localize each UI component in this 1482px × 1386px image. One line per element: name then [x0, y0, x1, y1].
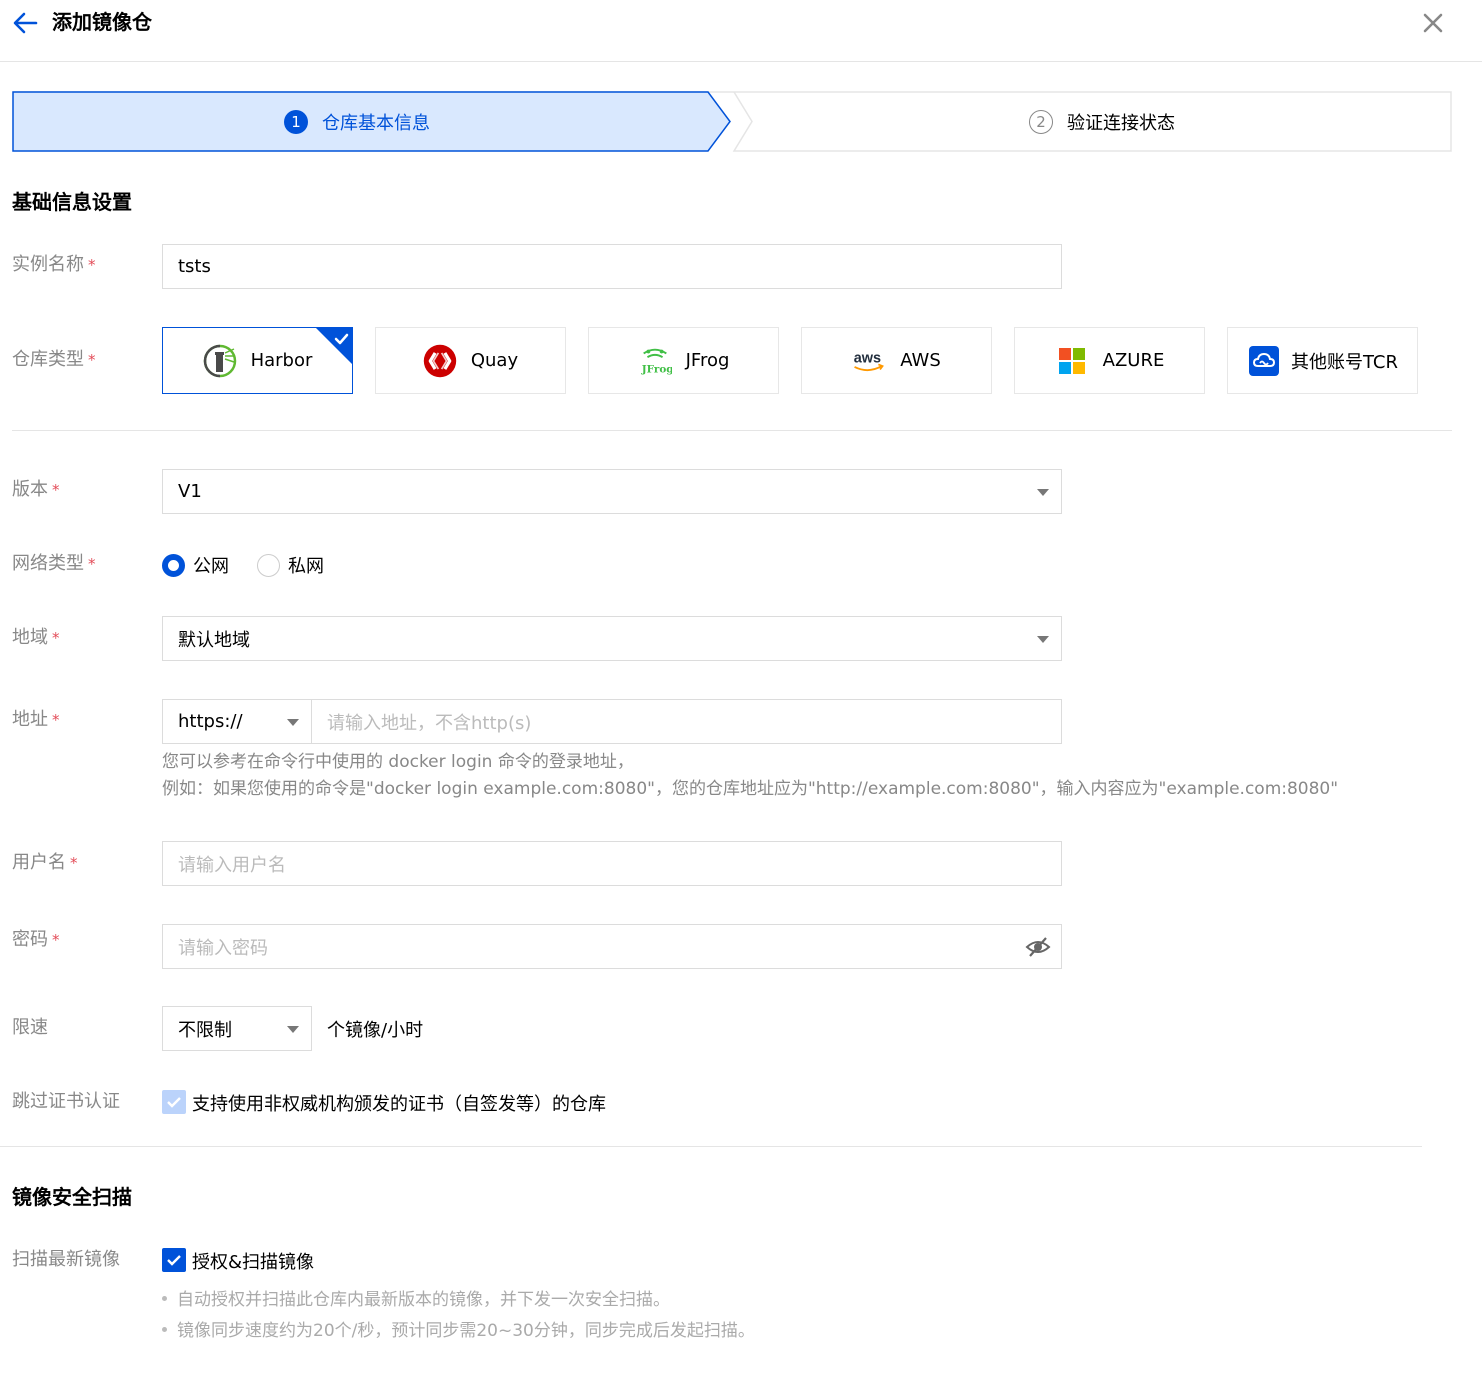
radio-public-label[interactable]: 公网	[193, 552, 229, 578]
rate-limit-unit: 个镜像/小时	[327, 1020, 424, 1041]
chevron-down-icon	[1037, 489, 1049, 496]
address-input[interactable]: 请输入地址，不含http(s)	[311, 699, 1062, 744]
username-label: 用户名 *	[12, 852, 78, 873]
svg-text:JFrog: JFrog	[640, 363, 671, 375]
password-label: 密码 *	[12, 929, 60, 950]
repo-type-jfrog[interactable]: JFrog JFrog	[588, 327, 779, 394]
password-placeholder: 请输入密码	[178, 937, 268, 959]
divider	[0, 1146, 1422, 1147]
check-icon	[167, 1255, 181, 1266]
harbor-icon	[203, 344, 237, 378]
version-label: 版本 *	[12, 479, 60, 500]
instance-name-value: tsts	[178, 256, 211, 277]
check-icon	[167, 1097, 181, 1108]
region-label: 地域 *	[12, 627, 60, 648]
step-number: 1	[284, 109, 308, 134]
rate-limit-select[interactable]: 不限制	[162, 1006, 312, 1051]
chevron-down-icon	[287, 719, 299, 726]
protocol-value: https://	[178, 711, 243, 732]
skip-cert-text: 支持使用非权威机构颁发的证书（自签发等）的仓库	[192, 1094, 606, 1115]
chevron-down-icon	[1037, 636, 1049, 643]
divider	[12, 430, 1452, 431]
scan-checkbox[interactable]	[162, 1248, 186, 1272]
radio-private-label[interactable]: 私网	[288, 552, 324, 578]
dialog-header: 添加镜像仓	[0, 0, 1482, 62]
scan-latest-label: 扫描最新镜像	[12, 1249, 120, 1270]
rate-limit-label: 限速	[12, 1017, 48, 1038]
step-verify-connection: 2 验证连接状态	[1029, 91, 1175, 152]
skip-cert-label: 跳过证书认证	[12, 1091, 120, 1112]
azure-icon	[1055, 344, 1089, 378]
repo-type-harbor[interactable]: Harbor	[162, 327, 353, 394]
password-input[interactable]: 请输入密码	[162, 924, 1062, 969]
repo-type-label-jfrog: JFrog	[685, 350, 730, 371]
repo-type-label-quay: Quay	[470, 350, 519, 371]
scan-note-1: 自动授权并扫描此仓库内最新版本的镜像，并下发一次安全扫描。	[162, 1285, 670, 1315]
step-label: 验证连接状态	[1067, 112, 1175, 134]
aws-icon: aws	[852, 344, 886, 378]
jfrog-icon: JFrog	[638, 344, 672, 378]
instance-name-label: 实例名称 *	[12, 254, 96, 275]
address-label: 地址 *	[12, 709, 60, 730]
version-value: V1	[178, 481, 202, 502]
repo-type-tcr[interactable]: 其他账号TCR	[1227, 327, 1418, 394]
step-number: 2	[1029, 109, 1053, 134]
instance-name-input[interactable]: tsts	[162, 244, 1062, 289]
protocol-select[interactable]: https://	[162, 699, 312, 744]
rate-limit-value: 不限制	[178, 1019, 232, 1041]
username-input[interactable]: 请输入用户名	[162, 841, 1062, 886]
svg-text:aws: aws	[854, 350, 881, 366]
page-title: 添加镜像仓	[52, 10, 152, 34]
close-icon[interactable]	[1418, 8, 1448, 38]
address-placeholder: 请输入地址，不含http(s)	[327, 712, 532, 734]
repo-type-label-tcr: 其他账号TCR	[1290, 351, 1398, 373]
address-help-1: 您可以参考在命令行中使用的 docker login 命令的登录地址，	[162, 752, 634, 772]
region-value: 默认地域	[178, 629, 250, 651]
eye-off-icon[interactable]	[1025, 935, 1051, 959]
region-select[interactable]: 默认地域	[162, 616, 1062, 661]
steps-bar: 1 仓库基本信息 2 验证连接状态	[12, 91, 1452, 152]
section-title-basic: 基础信息设置	[12, 190, 132, 214]
repo-type-label-aws: AWS	[900, 350, 941, 371]
version-select[interactable]: V1	[162, 469, 1062, 514]
repo-type-quay[interactable]: Quay	[375, 327, 566, 394]
radio-public[interactable]	[162, 553, 185, 577]
skip-cert-checkbox[interactable]	[162, 1090, 186, 1114]
address-help-2: 例如：如果您使用的命令是"docker login example.com:80…	[162, 779, 1339, 799]
radio-private[interactable]	[257, 553, 280, 577]
steps-background	[12, 91, 1452, 152]
repo-type-label-azure: AZURE	[1102, 350, 1165, 371]
section-title-scan: 镜像安全扫描	[12, 1185, 132, 1209]
repo-type-aws[interactable]: aws AWS	[801, 327, 992, 394]
network-type-radio-group: 公网 私网	[162, 552, 352, 578]
scan-note-2: 镜像同步速度约为20个/秒，预计同步需20~30分钟，同步完成后发起扫描。	[162, 1316, 755, 1346]
scan-checkbox-text: 授权&扫描镜像	[192, 1252, 315, 1273]
repo-type-azure[interactable]: AZURE	[1014, 327, 1205, 394]
repo-type-label: 仓库类型 *	[12, 349, 96, 370]
arrow-left-icon[interactable]	[10, 8, 40, 38]
username-placeholder: 请输入用户名	[178, 854, 286, 876]
step-basic-info: 1 仓库基本信息	[284, 91, 430, 152]
quay-icon	[423, 344, 457, 378]
selected-check-icon	[315, 327, 353, 365]
tcr-cloud-icon	[1247, 344, 1281, 378]
repo-type-label-harbor: Harbor	[250, 350, 313, 371]
step-label: 仓库基本信息	[322, 112, 430, 134]
network-type-label: 网络类型 *	[12, 553, 96, 574]
chevron-down-icon	[287, 1026, 299, 1033]
